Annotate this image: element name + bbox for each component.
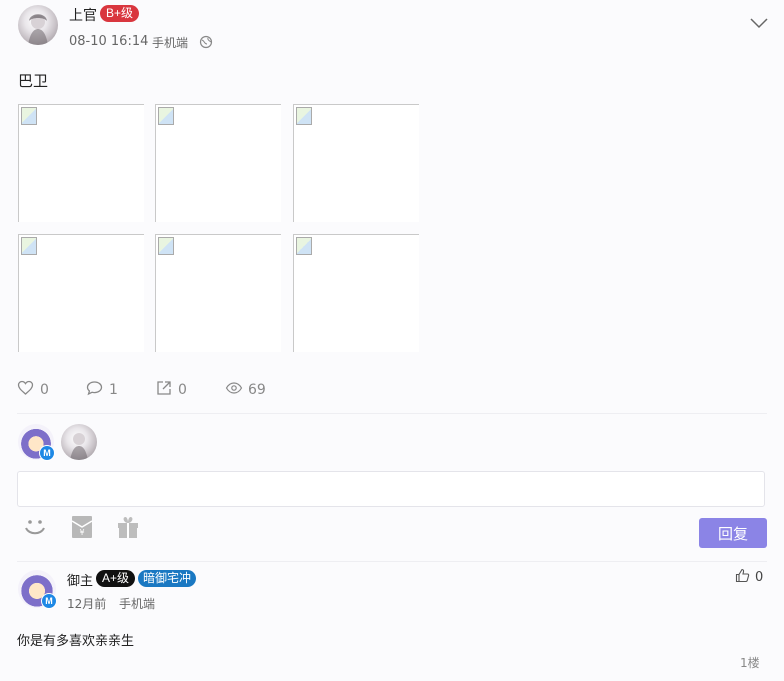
divider <box>17 561 767 562</box>
like-stat[interactable]: 0 <box>17 380 49 400</box>
red-envelope-icon[interactable]: ¥ <box>71 515 93 543</box>
post-image-3[interactable] <box>293 104 419 222</box>
view-count: 69 <box>248 381 266 398</box>
avatar-figure <box>28 14 48 45</box>
share-icon <box>156 380 172 400</box>
commenter-level-badge: A+级 <box>96 570 136 587</box>
smile-icon[interactable] <box>22 515 48 543</box>
post-date: 08-10 16:14 <box>69 34 149 49</box>
avatar-figure <box>70 433 88 460</box>
member-badge-icon: M <box>39 445 55 461</box>
divider <box>17 413 767 414</box>
comment-stat[interactable]: 1 <box>86 380 118 400</box>
commenter-group-badge: 暗御宅冲 <box>138 570 197 587</box>
comment-like-count: 0 <box>755 570 764 585</box>
svg-text:¥: ¥ <box>79 528 84 537</box>
member-badge-icon: M <box>41 593 57 609</box>
liker-avatar-2[interactable] <box>61 424 97 460</box>
post-image-4[interactable] <box>18 234 144 352</box>
author-avatar[interactable] <box>18 5 58 45</box>
post-content: 巴卫 <box>18 72 49 90</box>
reply-submit-button[interactable]: 回复 <box>699 518 767 548</box>
broken-image-icon <box>296 237 312 255</box>
chevron-down-icon[interactable] <box>749 14 769 33</box>
author-name[interactable]: 上官 <box>69 5 97 25</box>
broken-image-icon <box>21 107 37 125</box>
liker-avatar-1[interactable]: M <box>18 424 55 461</box>
comment-content: 你是有多喜欢亲亲生 <box>17 634 135 649</box>
comment-icon <box>86 380 103 400</box>
heart-icon <box>17 380 34 400</box>
globe-icon <box>199 34 213 53</box>
post-image-6[interactable] <box>293 234 419 352</box>
post-image-1[interactable] <box>18 104 144 222</box>
commenter-avatar[interactable]: M <box>18 570 57 609</box>
comment-like[interactable]: 0 <box>735 568 763 587</box>
gift-icon[interactable] <box>116 515 140 543</box>
commenter-name[interactable]: 御主 <box>67 570 93 589</box>
share-count: 0 <box>178 382 187 398</box>
level-badge: B+级 <box>100 5 140 22</box>
post-image-2[interactable] <box>155 104 281 222</box>
view-stat: 69 <box>225 380 266 399</box>
reply-input[interactable] <box>17 471 765 507</box>
post-device: 手机端 <box>152 36 189 50</box>
broken-image-icon <box>296 107 312 125</box>
post-image-5[interactable] <box>155 234 281 352</box>
share-stat[interactable]: 0 <box>156 380 187 400</box>
broken-image-icon <box>21 237 37 255</box>
thumbs-up-icon <box>735 568 750 587</box>
broken-image-icon <box>158 237 174 255</box>
like-count: 0 <box>40 382 49 398</box>
comment-time: 12月前 <box>67 597 107 611</box>
comment-device: 手机端 <box>119 597 156 611</box>
eye-icon <box>225 380 243 399</box>
comment-floor: 1楼 <box>740 656 760 670</box>
comment-count: 1 <box>109 382 118 398</box>
broken-image-icon <box>158 107 174 125</box>
